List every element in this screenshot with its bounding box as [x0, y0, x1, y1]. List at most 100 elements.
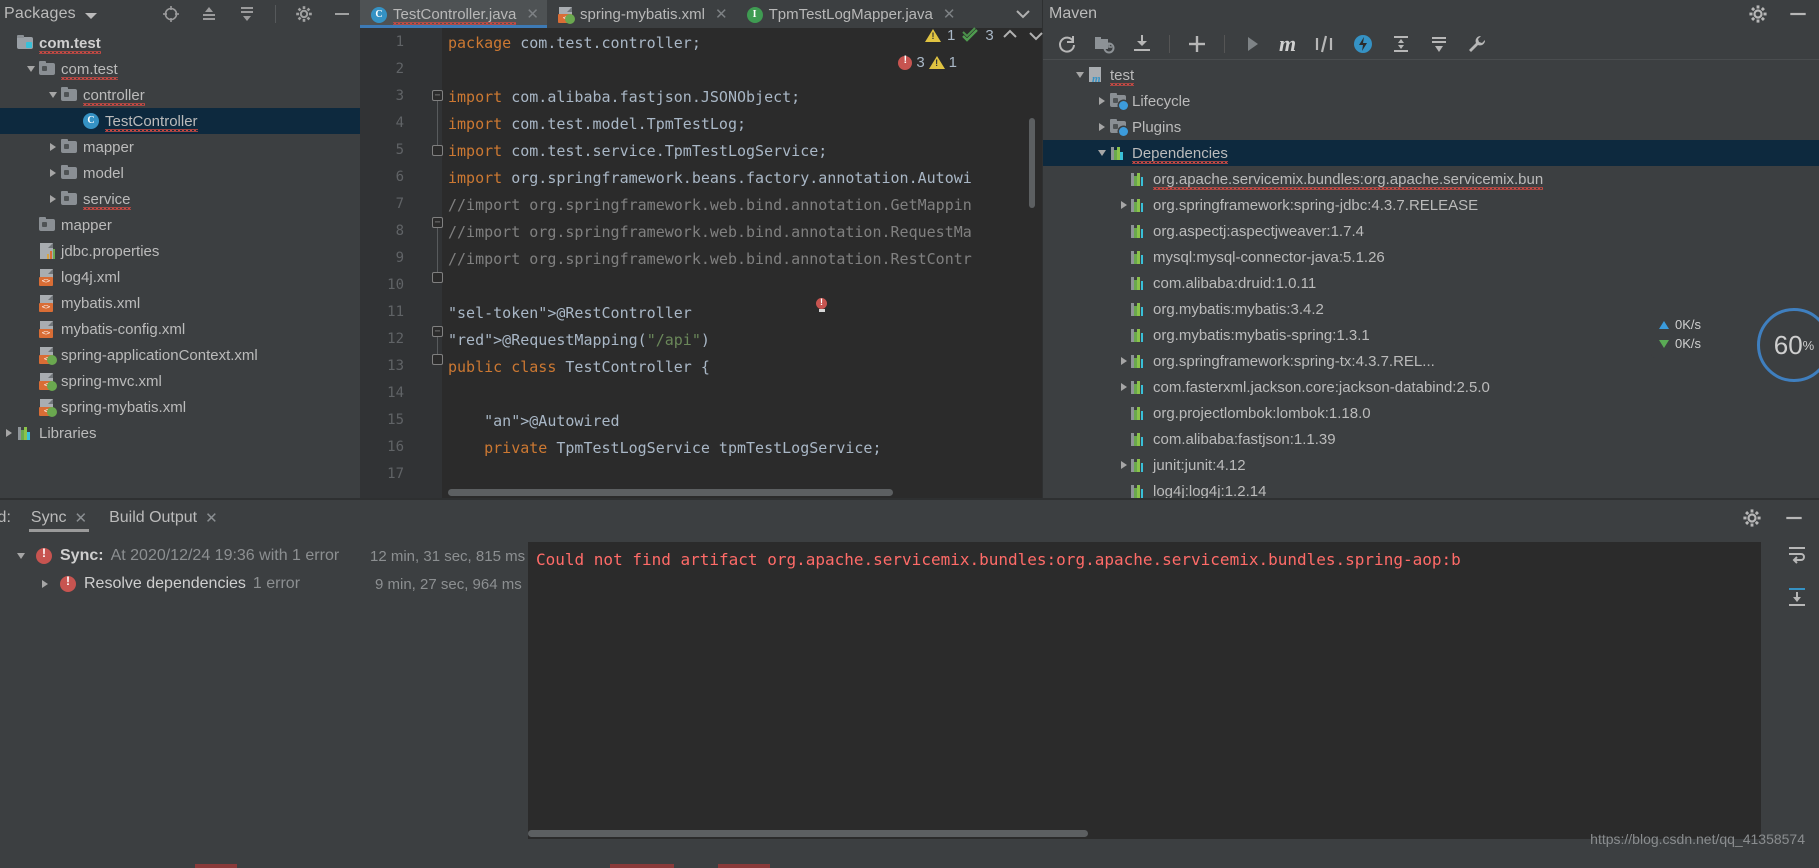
settings-gear-icon[interactable] — [1741, 507, 1763, 529]
project-tree-item[interactable]: controller — [0, 82, 360, 108]
editor-tab-bar[interactable]: CTestController.java✕<spring-mybatis.xml… — [360, 0, 1043, 28]
chevron-down-icon[interactable] — [1073, 72, 1087, 78]
settings-gear-icon[interactable] — [1747, 3, 1769, 25]
hide-panel-icon[interactable] — [1787, 3, 1809, 25]
maven-tree-item[interactable]: com.fasterxml.jackson.core:jackson-datab… — [1043, 374, 1819, 400]
chevron-right-icon[interactable] — [1117, 461, 1131, 469]
build-tab[interactable]: Sync ✕ — [28, 500, 90, 536]
close-icon[interactable]: ✕ — [74, 509, 87, 527]
build-console[interactable]: Could not find artifact org.apache.servi… — [528, 542, 1761, 839]
chevron-down-icon[interactable] — [24, 66, 38, 72]
close-icon[interactable]: ✕ — [526, 5, 539, 23]
locate-icon[interactable] — [161, 4, 181, 24]
chevron-right-icon[interactable] — [1117, 383, 1131, 391]
editor-body[interactable]: 1234567891011121314151617 − − − package … — [360, 28, 1043, 499]
chevron-right-icon[interactable] — [46, 143, 60, 151]
settings-gear-icon[interactable] — [294, 4, 314, 24]
chevron-right-icon[interactable] — [1095, 97, 1109, 105]
maven-tree-item[interactable]: mysql:mysql-connector-java:5.1.26 — [1043, 244, 1819, 270]
maven-tree-item[interactable]: Lifecycle — [1043, 88, 1819, 114]
reimport-icon[interactable] — [1055, 33, 1077, 55]
add-icon[interactable] — [1186, 33, 1208, 55]
project-tree-item[interactable]: model — [0, 160, 360, 186]
run-icon[interactable] — [1241, 33, 1263, 55]
build-result-row[interactable]: Sync: At 2020/12/24 19:36 with 1 error 12 … — [0, 542, 528, 570]
project-tree-item[interactable]: jdbc.properties — [0, 238, 360, 264]
chevron-right-icon[interactable] — [38, 580, 52, 588]
editor-tab[interactable]: I TpmTestLogMapper.java ✕ — [736, 0, 964, 28]
project-tree[interactable]: com.test com.test controller C TestControlle… — [0, 28, 360, 446]
chevron-right-icon[interactable] — [1117, 201, 1131, 209]
generate-sources-icon[interactable] — [1093, 33, 1115, 55]
console-horizontal-scrollbar[interactable] — [528, 830, 1088, 837]
project-tree-item[interactable]: mapper — [0, 212, 360, 238]
close-icon[interactable]: ✕ — [205, 509, 218, 527]
previous-problem-icon[interactable] — [1000, 26, 1020, 44]
editor-vertical-scrollbar[interactable] — [1029, 118, 1035, 208]
build-results-tree[interactable]: Sync: At 2020/12/24 19:36 with 1 error 12 … — [0, 536, 528, 868]
chevron-down-icon[interactable] — [46, 92, 60, 98]
toggle-skip-tests-icon[interactable] — [1312, 33, 1336, 55]
maven-tree-item[interactable]: Plugins — [1043, 114, 1819, 140]
execute-maven-goal-icon[interactable]: m — [1279, 32, 1296, 55]
chevron-down-icon[interactable] — [1095, 150, 1109, 156]
maven-toolbar[interactable]: m — [1043, 28, 1819, 60]
maven-tree-item[interactable]: junit:junit:4.12 — [1043, 452, 1819, 478]
toggle-offline-icon[interactable] — [1352, 33, 1374, 55]
editor-tab[interactable]: C TestController.java ✕ — [360, 0, 547, 28]
expand-all-icon[interactable] — [199, 4, 219, 24]
project-tree-item[interactable]: < spring-mvc.xml — [0, 368, 360, 394]
maven-tree-item[interactable]: log4j:log4j:1.2.14 — [1043, 478, 1819, 499]
soft-wrap-icon[interactable] — [1785, 542, 1809, 566]
collapse-all-icon[interactable] — [237, 4, 257, 24]
chevron-down-icon[interactable] — [14, 553, 28, 559]
editor-tab[interactable]: <spring-mybatis.xml ✕ — [547, 0, 736, 28]
build-result-row[interactable]: Resolve dependencies 1 error 9 min, 27 sec… — [0, 570, 528, 598]
maven-tree-item-label: junit:junit:4.12 — [1153, 456, 1246, 474]
build-tab[interactable]: Build Output ✕ — [107, 500, 220, 536]
chevron-down-icon[interactable] — [1003, 0, 1043, 28]
project-tree-item[interactable]: Libraries — [0, 420, 360, 446]
chevron-right-icon[interactable] — [46, 169, 60, 177]
hide-panel-icon[interactable] — [332, 4, 352, 24]
close-icon[interactable]: ✕ — [943, 5, 956, 23]
maven-tree-item[interactable]: com.alibaba:druid:1.0.11 — [1043, 270, 1819, 296]
project-tree-item[interactable]: com.test — [0, 56, 360, 82]
project-tree-item[interactable]: C TestController — [0, 108, 360, 134]
project-tree-item[interactable]: com.test — [0, 30, 360, 56]
settings-wrench-icon[interactable] — [1466, 33, 1488, 55]
project-tree-item[interactable]: < spring-mybatis.xml — [0, 394, 360, 420]
chevron-right-icon[interactable] — [1095, 123, 1109, 131]
collapse-all-icon[interactable] — [1428, 33, 1450, 55]
next-problem-icon[interactable] — [1026, 26, 1046, 44]
maven-tree[interactable]: m test Lifecycle Plugins Dependencies org.apa… — [1043, 60, 1819, 499]
chevron-right-icon[interactable] — [1117, 357, 1131, 365]
expand-all-icon[interactable] — [1390, 33, 1412, 55]
download-sources-icon[interactable] — [1131, 33, 1153, 55]
maven-tree-item[interactable]: com.alibaba:fastjson:1.1.39 — [1043, 426, 1819, 452]
code-area[interactable]: package com.test.controller; import com.a… — [442, 28, 1043, 499]
project-tree-item[interactable]: <> mybatis-config.xml — [0, 316, 360, 342]
chevron-right-icon[interactable] — [2, 429, 16, 437]
editor-horizontal-scrollbar[interactable] — [448, 489, 893, 496]
project-tree-item[interactable]: <> log4j.xml — [0, 264, 360, 290]
maven-tree-item[interactable]: org.springframework:spring-jdbc:4.3.7.RE… — [1043, 192, 1819, 218]
hide-panel-icon[interactable] — [1783, 507, 1805, 529]
project-tree-item[interactable]: < spring-applicationContext.xml — [0, 342, 360, 368]
chevron-right-icon[interactable] — [46, 195, 60, 203]
build-side-toolbar[interactable] — [1785, 542, 1809, 608]
inspection-extra-widget[interactable]: 1 3 — [925, 26, 1046, 44]
project-tree-item[interactable]: <> mybatis.xml — [0, 290, 360, 316]
maven-tree-item[interactable]: Dependencies — [1043, 140, 1819, 166]
project-tree-item[interactable]: mapper — [0, 134, 360, 160]
maven-tree-item[interactable]: org.apache.servicemix.bundles:org.apache… — [1043, 166, 1819, 192]
inspection-widget[interactable]: 3 1 — [898, 54, 957, 71]
maven-tree-item[interactable]: m test — [1043, 62, 1819, 88]
maven-tree-item[interactable]: org.projectlombok:lombok:1.18.0 — [1043, 400, 1819, 426]
close-icon[interactable]: ✕ — [715, 5, 728, 23]
project-tree-item[interactable]: service — [0, 186, 360, 212]
maven-tree-item[interactable]: org.aspectj:aspectjweaver:1.7.4 — [1043, 218, 1819, 244]
chevron-down-icon[interactable] — [84, 12, 97, 19]
editor-maven-divider[interactable] — [1042, 0, 1043, 499]
scroll-to-end-icon[interactable] — [1785, 584, 1809, 608]
